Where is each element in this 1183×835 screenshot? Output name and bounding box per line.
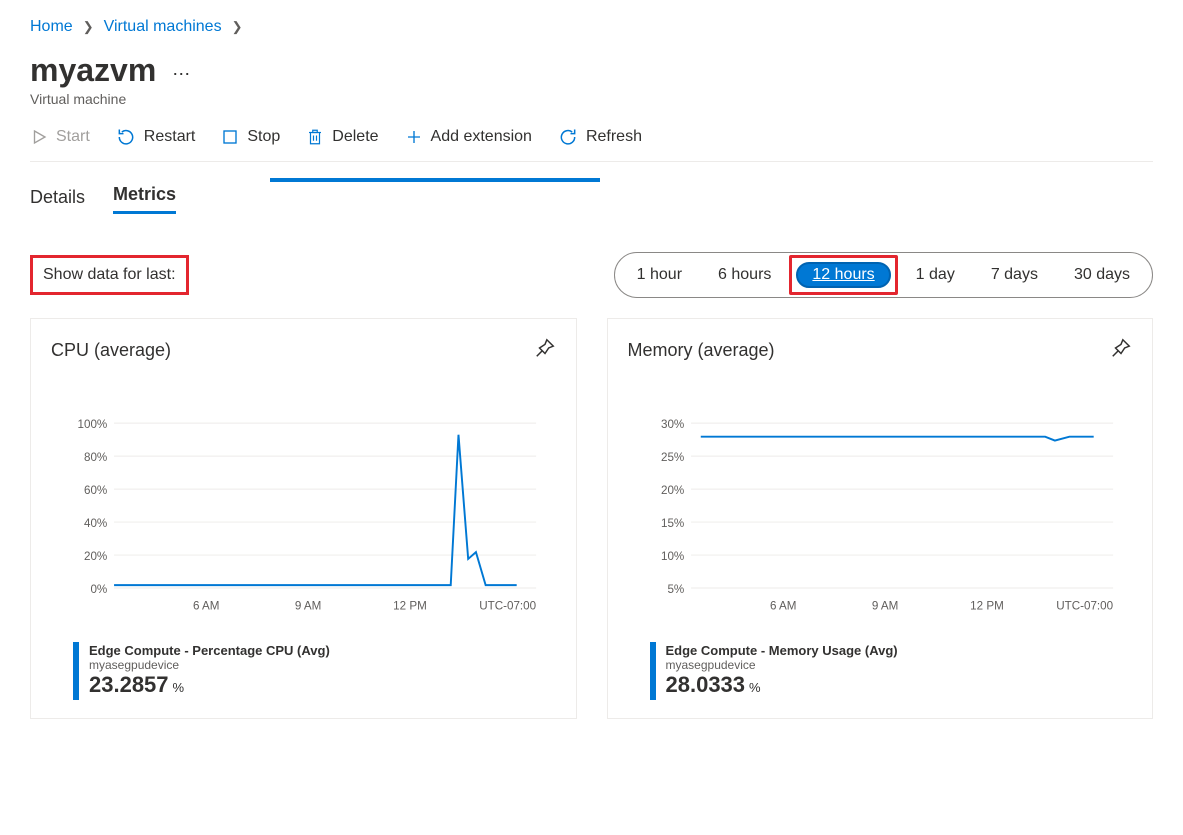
chevron-right-icon: ❯ xyxy=(83,19,94,35)
time-range-pills: 1 hour 6 hours 12 hours 1 day 7 days 30 … xyxy=(614,252,1153,298)
svg-text:15%: 15% xyxy=(660,517,683,530)
svg-text:12 PM: 12 PM xyxy=(393,599,427,612)
breadcrumb-home[interactable]: Home xyxy=(30,18,73,36)
breadcrumb-virtual-machines[interactable]: Virtual machines xyxy=(104,18,222,36)
svg-text:12 PM: 12 PM xyxy=(970,599,1004,612)
svg-text:0%: 0% xyxy=(90,583,107,596)
svg-text:10%: 10% xyxy=(660,550,683,563)
svg-text:100%: 100% xyxy=(78,418,108,431)
svg-text:6 AM: 6 AM xyxy=(193,599,220,612)
legend-resource-name: myasegpudevice xyxy=(666,658,898,672)
svg-text:6 AM: 6 AM xyxy=(769,599,796,612)
legend-metric-name: Edge Compute - Memory Usage (Avg) xyxy=(666,643,898,658)
chevron-right-icon: ❯ xyxy=(232,19,243,35)
tabs: Details Metrics xyxy=(30,162,1153,214)
legend-color-bar xyxy=(73,642,79,700)
tab-indicator-extra xyxy=(270,178,600,182)
pin-icon xyxy=(534,337,556,359)
pill-6hours[interactable]: 6 hours xyxy=(700,262,789,288)
svg-text:40%: 40% xyxy=(84,517,107,530)
memory-chart: 5% 10% 15% 20% 25% 30% 6 AM 9 AM 12 PM U… xyxy=(628,394,1133,627)
pill-1hour[interactable]: 1 hour xyxy=(619,262,700,288)
cpu-legend: Edge Compute - Percentage CPU (Avg) myas… xyxy=(51,642,556,700)
restart-icon xyxy=(116,127,136,147)
filter-label: Show data for last: xyxy=(30,255,189,295)
pin-button[interactable] xyxy=(1110,337,1132,364)
trash-icon xyxy=(306,127,324,147)
refresh-button[interactable]: Refresh xyxy=(558,127,642,147)
time-range-filter: Show data for last: 1 hour 6 hours 12 ho… xyxy=(30,252,1153,298)
tab-details[interactable]: Details xyxy=(30,181,85,214)
resource-type-label: Virtual machine xyxy=(30,91,1153,107)
svg-text:25%: 25% xyxy=(660,451,683,464)
svg-text:60%: 60% xyxy=(84,484,107,497)
command-bar: Start Restart Stop Delete Add extension … xyxy=(30,107,1153,162)
svg-text:20%: 20% xyxy=(84,550,107,563)
memory-unit: % xyxy=(749,680,761,695)
pill-1day[interactable]: 1 day xyxy=(898,262,973,288)
play-icon xyxy=(30,128,48,146)
svg-text:UTC-07:00: UTC-07:00 xyxy=(479,599,536,612)
svg-text:5%: 5% xyxy=(667,583,684,596)
start-button: Start xyxy=(30,128,90,146)
add-extension-button[interactable]: Add extension xyxy=(405,128,532,146)
legend-metric-name: Edge Compute - Percentage CPU (Avg) xyxy=(89,643,330,658)
more-actions-button[interactable]: ⋯ xyxy=(172,52,190,85)
cpu-card-title: CPU (average) xyxy=(51,340,171,361)
pin-button[interactable] xyxy=(534,337,556,364)
memory-card-title: Memory (average) xyxy=(628,340,775,361)
cpu-chart: 0% 20% 40% 60% 80% 100% 6 AM 9 AM 12 PM … xyxy=(51,394,556,627)
tab-metrics[interactable]: Metrics xyxy=(113,178,176,214)
svg-text:9 AM: 9 AM xyxy=(871,599,898,612)
svg-text:UTC-07:00: UTC-07:00 xyxy=(1056,599,1113,612)
page-title: myazvm xyxy=(30,52,156,89)
legend-color-bar xyxy=(650,642,656,700)
plus-icon xyxy=(405,128,423,146)
legend-resource-name: myasegpudevice xyxy=(89,658,330,672)
svg-text:30%: 30% xyxy=(660,418,683,431)
restart-button[interactable]: Restart xyxy=(116,127,196,147)
memory-value: 28.0333 xyxy=(666,672,746,698)
cpu-unit: % xyxy=(173,680,185,695)
pill-12hours[interactable]: 12 hours xyxy=(796,262,890,288)
cpu-card: CPU (average) 0% 20% 40% 60% 80% 100% xyxy=(30,318,577,719)
memory-card: Memory (average) 5% 10% 15% 20% 25% 30% … xyxy=(607,318,1154,719)
stop-icon xyxy=(221,128,239,146)
breadcrumb: Home ❯ Virtual machines ❯ xyxy=(30,0,1153,48)
cpu-value: 23.2857 xyxy=(89,672,169,698)
svg-text:20%: 20% xyxy=(660,484,683,497)
stop-button[interactable]: Stop xyxy=(221,128,280,146)
svg-text:9 AM: 9 AM xyxy=(295,599,322,612)
svg-text:80%: 80% xyxy=(84,451,107,464)
pill-30days[interactable]: 30 days xyxy=(1056,262,1148,288)
delete-button[interactable]: Delete xyxy=(306,127,378,147)
pin-icon xyxy=(1110,337,1132,359)
pill-7days[interactable]: 7 days xyxy=(973,262,1056,288)
memory-legend: Edge Compute - Memory Usage (Avg) myaseg… xyxy=(628,642,1133,700)
refresh-icon xyxy=(558,127,578,147)
